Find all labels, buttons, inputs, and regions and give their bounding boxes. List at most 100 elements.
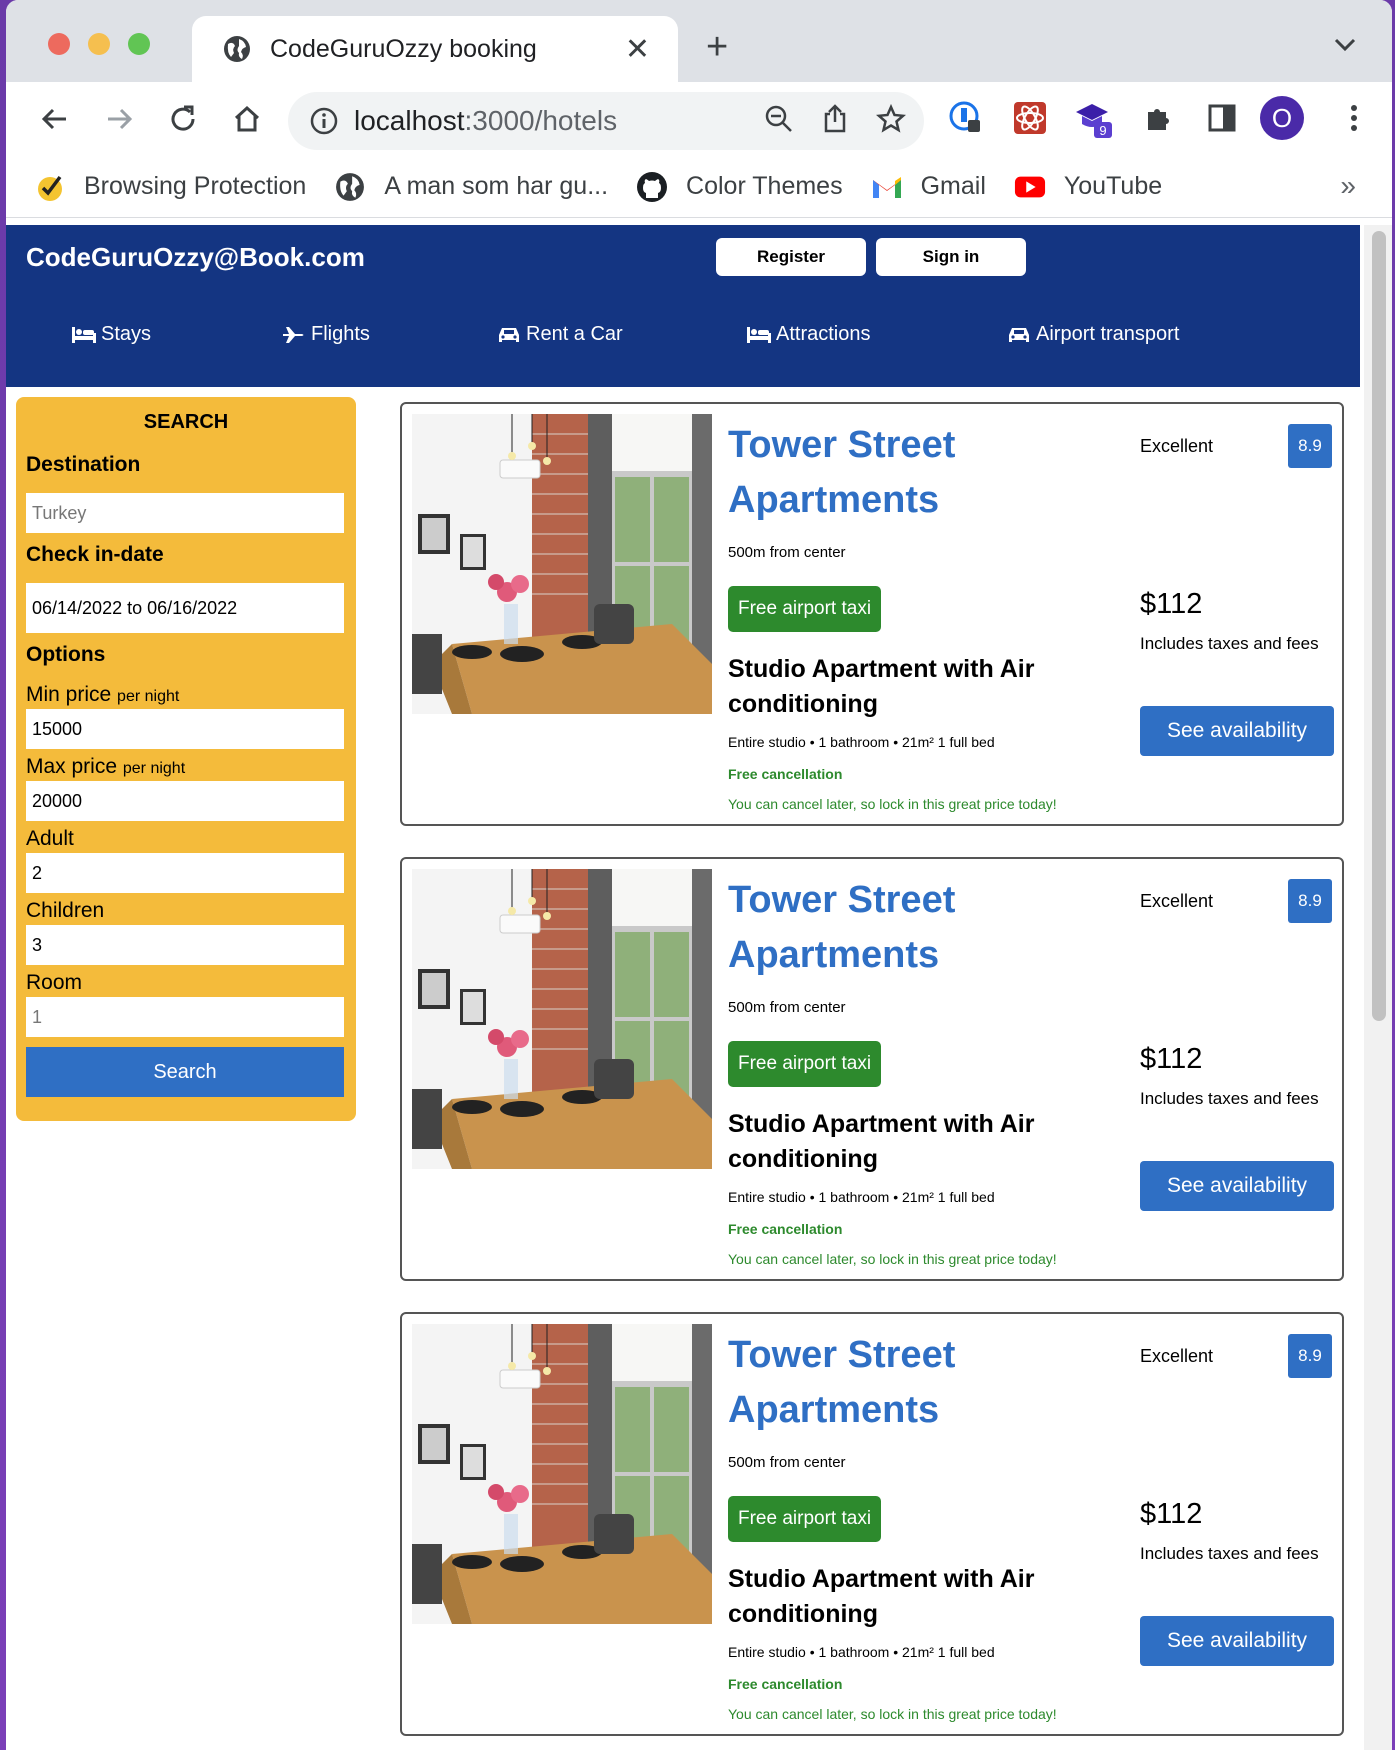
- bookmarks-bar: Browsing Protection A man som har gu... …: [6, 156, 1392, 218]
- bookmark-a-man[interactable]: A man som har gu...: [334, 171, 608, 203]
- destination-input[interactable]: Turkey: [26, 493, 344, 533]
- side-panel-icon[interactable]: [1202, 98, 1242, 138]
- max-price-input[interactable]: 20000: [26, 781, 344, 821]
- react-devtools-icon[interactable]: [1010, 98, 1050, 138]
- nav-stays[interactable]: Stays: [71, 323, 151, 346]
- apartment-photo: [412, 1324, 712, 1624]
- rating-badge: 8.9: [1288, 1334, 1332, 1378]
- extensions-puzzle-icon[interactable]: [1138, 98, 1178, 138]
- tax-note: Includes taxes and fees: [1140, 1544, 1319, 1563]
- max-price-label: Max price per night: [26, 755, 186, 778]
- nav-rent-a-car[interactable]: Rent a Car: [496, 323, 623, 346]
- apartment-photo: [412, 869, 712, 1169]
- room-features: Entire studio • 1 bathroom • 21m² 1 full…: [728, 734, 995, 750]
- children-label: Children: [26, 899, 105, 922]
- globe-icon: [222, 34, 252, 64]
- chevron-down-icon[interactable]: [1334, 38, 1356, 57]
- browser-toolbar: localhost:3000/hotels 9 O: [6, 82, 1392, 156]
- see-availability-button[interactable]: See availability: [1140, 1161, 1334, 1211]
- see-availability-button[interactable]: See availability: [1140, 706, 1334, 756]
- hotel-card: Tower Street Apartments 500m from center…: [400, 857, 1344, 1281]
- hotel-price: $112: [1140, 1498, 1203, 1530]
- hotel-distance: 500m from center: [728, 999, 846, 1016]
- hotel-card: Tower Street Apartments 500m from center…: [400, 1312, 1344, 1736]
- bed-icon: [71, 325, 97, 345]
- scrollbar-thumb[interactable]: [1372, 231, 1386, 1021]
- web-page: CodeGuruOzzy@Book.com Register Sign in S…: [6, 225, 1360, 1750]
- rating-text: Excellent: [1140, 436, 1214, 456]
- hotel-distance: 500m from center: [728, 544, 846, 561]
- nav-airport-transport[interactable]: Airport transport: [1006, 323, 1179, 346]
- nav-attractions[interactable]: Attractions: [746, 323, 870, 346]
- close-tab-icon[interactable]: ✕: [625, 32, 650, 67]
- adult-input[interactable]: 2: [26, 853, 344, 893]
- active-tab[interactable]: CodeGuruOzzy booking ✕: [192, 16, 678, 82]
- room-input[interactable]: 1: [26, 997, 344, 1037]
- room-title: Studio Apartment with Air conditioning: [728, 655, 1035, 718]
- tax-note: Includes taxes and fees: [1140, 634, 1319, 653]
- graduation-cap-icon[interactable]: 9: [1074, 98, 1114, 138]
- home-icon[interactable]: [226, 98, 268, 140]
- profile-avatar[interactable]: O: [1260, 96, 1304, 140]
- hotel-name[interactable]: Tower Street Apartments: [728, 418, 1028, 528]
- register-button[interactable]: Register: [716, 238, 866, 276]
- see-availability-button[interactable]: See availability: [1140, 1616, 1334, 1666]
- bookmark-color-themes[interactable]: Color Themes: [636, 171, 843, 203]
- password-manager-icon[interactable]: [946, 98, 986, 138]
- back-icon[interactable]: [34, 98, 76, 140]
- hotel-photo[interactable]: [412, 869, 712, 1169]
- hotel-name[interactable]: Tower Street Apartments: [728, 1328, 1028, 1438]
- bookmarks-overflow-button[interactable]: »: [1340, 170, 1356, 202]
- options-label: Options: [26, 643, 106, 666]
- hotel-photo[interactable]: [412, 1324, 712, 1624]
- maximize-window-button[interactable]: [128, 33, 150, 55]
- rating-text: Excellent: [1140, 891, 1214, 911]
- new-tab-button[interactable]: +: [706, 28, 728, 66]
- star-icon[interactable]: [875, 103, 907, 139]
- bookmark-gmail[interactable]: Gmail: [871, 171, 986, 203]
- checkin-label: Check in-date: [26, 543, 164, 566]
- rating-text: Excellent: [1140, 1346, 1214, 1366]
- site-logo[interactable]: CodeGuruOzzy@Book.com: [26, 242, 365, 273]
- minimize-window-button[interactable]: [88, 33, 110, 55]
- address-bar[interactable]: localhost:3000/hotels: [288, 92, 924, 150]
- room-features: Entire studio • 1 bathroom • 21m² 1 full…: [728, 1644, 995, 1660]
- svg-text:9: 9: [1099, 123, 1106, 138]
- min-price-input[interactable]: 15000: [26, 709, 344, 749]
- search-panel: SEARCH Destination Turkey Check in-date …: [16, 397, 356, 1121]
- kebab-menu-icon[interactable]: [1334, 98, 1374, 138]
- taxi-badge: Free airport taxi: [728, 1041, 882, 1087]
- hotel-name[interactable]: Tower Street Apartments: [728, 873, 1028, 983]
- bookmark-youtube[interactable]: YouTube: [1014, 171, 1162, 203]
- page-scrollbar[interactable]: [1364, 225, 1392, 1750]
- destination-label: Destination: [26, 453, 141, 476]
- bookmark-browsing-protection[interactable]: Browsing Protection: [34, 171, 306, 203]
- info-icon[interactable]: [310, 107, 338, 135]
- cancellation-subtitle: You can cancel later, so lock in this gr…: [728, 1706, 1057, 1722]
- room-label: Room: [26, 971, 83, 994]
- taxi-badge: Free airport taxi: [728, 586, 882, 632]
- nav-flights[interactable]: Flights: [281, 323, 370, 346]
- children-input[interactable]: 3: [26, 925, 344, 965]
- zoom-out-icon[interactable]: [764, 104, 794, 139]
- rating-badge: 8.9: [1288, 879, 1332, 923]
- gmail-icon: [871, 171, 903, 203]
- sign-in-button[interactable]: Sign in: [876, 238, 1026, 276]
- bed-icon: [746, 325, 772, 345]
- share-icon[interactable]: [820, 103, 850, 139]
- hotel-photo[interactable]: [412, 414, 712, 714]
- hotel-price: $112: [1140, 588, 1203, 620]
- checkin-date-input[interactable]: 06/14/2022 to 06/16/2022: [26, 583, 344, 633]
- apartment-photo: [412, 414, 712, 714]
- tax-note: Includes taxes and fees: [1140, 1089, 1319, 1108]
- site-header: CodeGuruOzzy@Book.com Register Sign in S…: [6, 225, 1360, 387]
- taxi-badge: Free airport taxi: [728, 1496, 882, 1542]
- cancellation-subtitle: You can cancel later, so lock in this gr…: [728, 1251, 1057, 1267]
- url-text: localhost:3000/hotels: [354, 105, 618, 136]
- close-window-button[interactable]: [48, 33, 70, 55]
- youtube-icon: [1014, 171, 1046, 203]
- forward-icon[interactable]: [98, 98, 140, 140]
- car-icon: [496, 325, 522, 345]
- reload-icon[interactable]: [162, 98, 204, 140]
- search-button[interactable]: Search: [26, 1047, 344, 1097]
